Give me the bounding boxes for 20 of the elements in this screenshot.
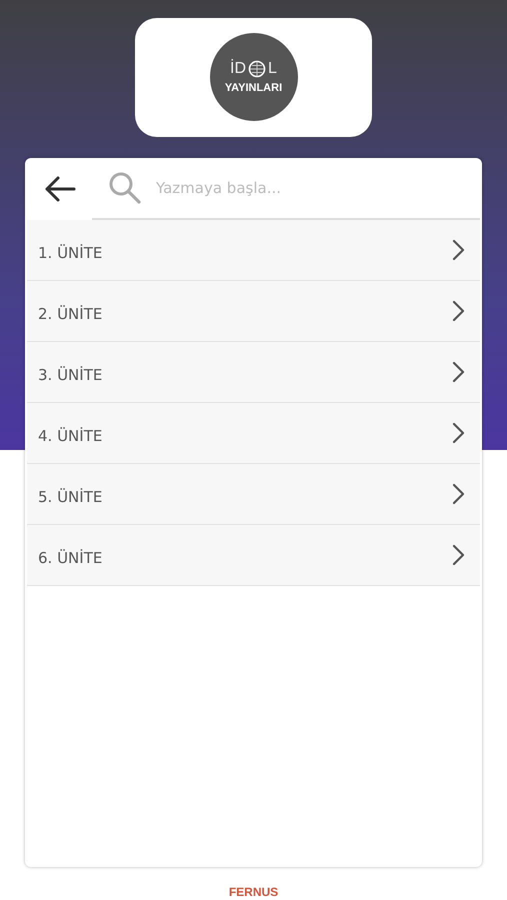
- brand-text: FERNUS: [228, 885, 278, 899]
- chevron-right-icon: [452, 238, 466, 261]
- unit-list-item[interactable]: 1. ÜNİTE: [27, 220, 480, 281]
- chevron-right-icon: [452, 544, 466, 566]
- chevron-right-icon: [452, 422, 466, 444]
- logo-text: L: [268, 60, 277, 78]
- search-icon: [108, 170, 142, 205]
- unit-list-item[interactable]: 4. ÜNİTE: [27, 402, 480, 464]
- search-field[interactable]: Yazmaya başla...: [154, 178, 480, 198]
- globe-icon: [248, 60, 266, 78]
- unit-list-item[interactable]: 5. ÜNİTE: [27, 464, 480, 525]
- logo-text: İD: [230, 60, 246, 78]
- logo-text: YAYINLARI: [224, 82, 282, 94]
- unit-list-item[interactable]: 6. ÜNİTE: [27, 524, 480, 586]
- unit-list-item[interactable]: 2. ÜNİTE: [27, 280, 480, 342]
- chevron-right-icon: [452, 360, 466, 383]
- back-arrow-icon[interactable]: [43, 174, 77, 204]
- chevron-right-icon: [452, 300, 466, 322]
- chevron-right-icon: [452, 482, 466, 505]
- unit-list-item[interactable]: 3. ÜNİTE: [27, 342, 480, 403]
